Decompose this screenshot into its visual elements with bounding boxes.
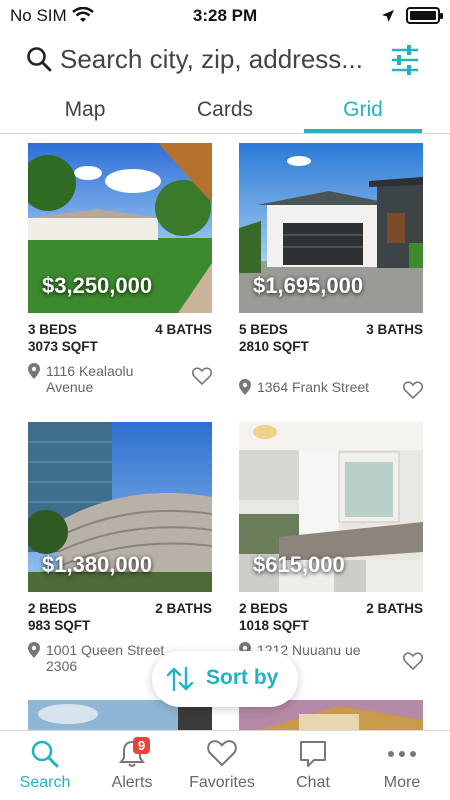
listing-baths: 2 BATHS: [155, 601, 212, 616]
heart-icon: [207, 739, 237, 772]
listing-address: 1364 Frank Street: [257, 379, 370, 395]
sort-by-button[interactable]: Sort by: [152, 651, 298, 707]
nav-chat-label: Chat: [296, 774, 330, 791]
listing-baths: 4 BATHS: [155, 322, 212, 337]
listing-price: $615,000: [253, 552, 345, 577]
nav-search[interactable]: Search: [0, 731, 90, 800]
listing-photo[interactable]: $3,250,000: [28, 143, 212, 313]
listing-baths: 2 BATHS: [366, 601, 423, 616]
listing-beds: 3 BEDS: [28, 322, 77, 337]
filter-sliders-icon[interactable]: [390, 44, 420, 81]
listing-baths: 3 BATHS: [366, 322, 423, 337]
listing-card[interactable]: $3,250,000 3 BEDS 4 BATHS 3073 SQFT 1116…: [28, 143, 213, 397]
listing-price: $1,380,000: [42, 552, 153, 577]
alerts-count-badge: 9: [133, 737, 151, 754]
favorite-heart-icon[interactable]: [191, 367, 213, 388]
location-pin-icon: [239, 379, 251, 398]
nav-chat[interactable]: Chat: [268, 731, 358, 800]
listing-sqft: 2810 SQFT: [239, 339, 309, 354]
tab-grid[interactable]: Grid: [304, 98, 422, 122]
listing-card[interactable]: $1,380,000 2 BEDS 2 BATHS 983 SQFT 1001 …: [28, 422, 212, 676]
listing-address: 1116 Kealaolu Avenue: [46, 363, 134, 395]
listing-beds: 5 BEDS: [239, 322, 288, 337]
search-icon: [30, 739, 60, 774]
listing-photo[interactable]: $1,380,000: [28, 422, 212, 592]
nav-favorites[interactable]: Favorites: [177, 731, 267, 800]
listing-sqft: 1018 SQFT: [239, 618, 309, 633]
search-input[interactable]: Search city, zip, address...: [60, 44, 378, 75]
nav-more[interactable]: More: [357, 731, 447, 800]
listing-photo[interactable]: $1,695,000: [239, 143, 423, 313]
favorite-heart-icon[interactable]: [402, 381, 424, 402]
chat-icon: [298, 739, 328, 774]
location-pin-icon: [28, 363, 40, 382]
tab-map[interactable]: Map: [30, 98, 140, 122]
battery-icon: [406, 7, 443, 24]
nav-alerts-label: Alerts: [111, 774, 153, 791]
listing-beds: 2 BEDS: [239, 601, 288, 616]
favorite-heart-icon[interactable]: [402, 652, 424, 673]
sort-arrows-icon: [166, 666, 194, 697]
listing-price: $3,250,000: [42, 273, 153, 298]
nav-search-label: Search: [19, 774, 71, 791]
listing-beds: 2 BEDS: [28, 601, 77, 616]
listing-sqft: 983 SQFT: [28, 618, 91, 633]
nav-alerts[interactable]: 9 Alerts: [87, 731, 177, 800]
listing-sqft: 3073 SQFT: [28, 339, 98, 354]
view-tabs: Map Cards Grid: [0, 92, 450, 134]
nav-favorites-label: Favorites: [189, 774, 255, 791]
listing-price: $1,695,000: [253, 273, 364, 298]
tab-cards[interactable]: Cards: [170, 98, 280, 122]
search-bar[interactable]: Search city, zip, address...: [0, 36, 450, 86]
search-icon: [26, 46, 52, 77]
active-tab-indicator: [304, 129, 422, 133]
location-arrow-icon: [381, 8, 395, 28]
location-pin-icon: [28, 642, 40, 661]
listing-card[interactable]: $615,000 2 BEDS 2 BATHS 1018 SQFT 1212 N…: [239, 422, 424, 676]
nav-more-label: More: [383, 774, 421, 791]
sort-by-label: Sort by: [206, 666, 279, 689]
status-bar: No SIM 3:28 PM: [0, 0, 450, 32]
listing-photo[interactable]: $615,000: [239, 422, 423, 592]
listing-card[interactable]: $1,695,000 5 BEDS 3 BATHS 2810 SQFT 1364…: [239, 143, 424, 400]
more-icon: [387, 739, 417, 774]
bottom-nav: Search 9 Alerts Favorites Chat More: [0, 730, 450, 800]
